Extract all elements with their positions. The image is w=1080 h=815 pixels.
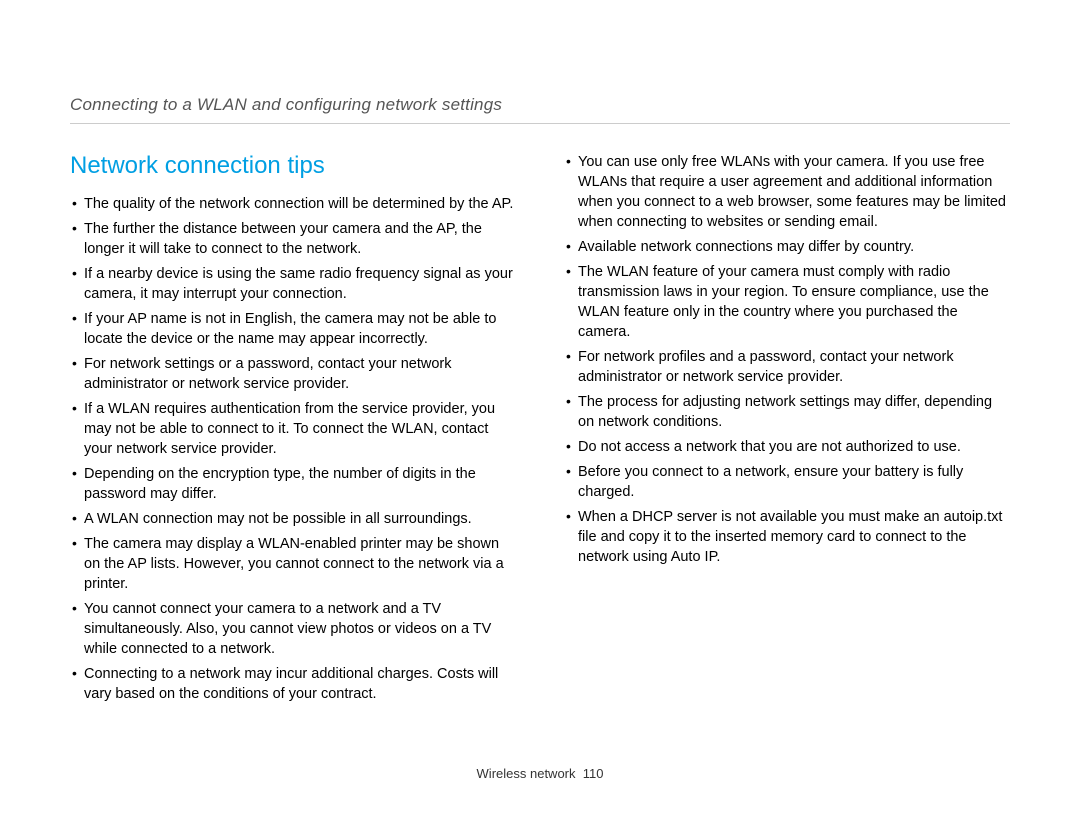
list-item: The WLAN feature of your camera must com… (564, 262, 1010, 342)
section-heading: Network connection tips (70, 152, 516, 180)
list-item: If a nearby device is using the same rad… (70, 264, 516, 304)
page-footer: Wireless network 110 (0, 766, 1080, 781)
bullet-list-right: You can use only free WLANs with your ca… (564, 152, 1010, 567)
list-item: When a DHCP server is not available you … (564, 507, 1010, 567)
list-item: The camera may display a WLAN-enabled pr… (70, 534, 516, 594)
column-left: Network connection tips The quality of t… (70, 152, 516, 709)
column-right: You can use only free WLANs with your ca… (564, 152, 1010, 709)
list-item: You can use only free WLANs with your ca… (564, 152, 1010, 232)
content-columns: Network connection tips The quality of t… (70, 152, 1010, 709)
list-item: You cannot connect your camera to a netw… (70, 599, 516, 659)
page-number: 110 (583, 766, 604, 781)
list-item: The further the distance between your ca… (70, 219, 516, 259)
list-item: Depending on the encryption type, the nu… (70, 464, 516, 504)
list-item: The quality of the network connection wi… (70, 194, 516, 214)
list-item: A WLAN connection may not be possible in… (70, 509, 516, 529)
page-container: Connecting to a WLAN and configuring net… (0, 0, 1080, 815)
list-item: Do not access a network that you are not… (564, 437, 1010, 457)
list-item: For network settings or a password, cont… (70, 354, 516, 394)
list-item: If a WLAN requires authentication from t… (70, 399, 516, 459)
list-item: Before you connect to a network, ensure … (564, 462, 1010, 502)
list-item: Available network connections may differ… (564, 237, 1010, 257)
footer-section-label: Wireless network (477, 766, 576, 781)
breadcrumb: Connecting to a WLAN and configuring net… (70, 95, 1010, 124)
list-item: The process for adjusting network settin… (564, 392, 1010, 432)
bullet-list-left: The quality of the network connection wi… (70, 194, 516, 704)
list-item: If your AP name is not in English, the c… (70, 309, 516, 349)
list-item: Connecting to a network may incur additi… (70, 664, 516, 704)
list-item: For network profiles and a password, con… (564, 347, 1010, 387)
